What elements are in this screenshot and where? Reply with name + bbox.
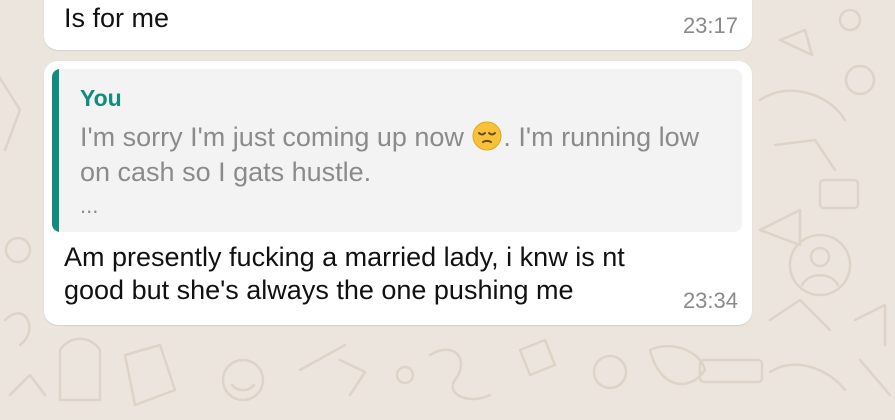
quote-truncation-ellipsis: ... xyxy=(80,193,99,218)
pensive-face-emoji-icon xyxy=(472,121,502,151)
quote-accent-bar xyxy=(52,69,59,232)
quote-text-start: I'm sorry I'm just coming up now xyxy=(80,122,472,152)
quoted-message[interactable]: You I'm sorry I'm just coming up now . I… xyxy=(52,69,742,232)
quote-text: I'm sorry I'm just coming up now . I'm r… xyxy=(80,120,730,190)
message-text: Am presently fucking a married lady, i k… xyxy=(64,242,625,305)
message-bubble[interactable]: You I'm sorry I'm just coming up now . I… xyxy=(44,61,752,325)
message-bubble[interactable]: Is for me 23:17 xyxy=(44,0,752,50)
quote-author: You xyxy=(80,85,122,111)
message-timestamp: 23:34 xyxy=(682,288,738,313)
message-timestamp: 23:17 xyxy=(682,13,738,38)
message-text: Is for me xyxy=(64,3,170,33)
